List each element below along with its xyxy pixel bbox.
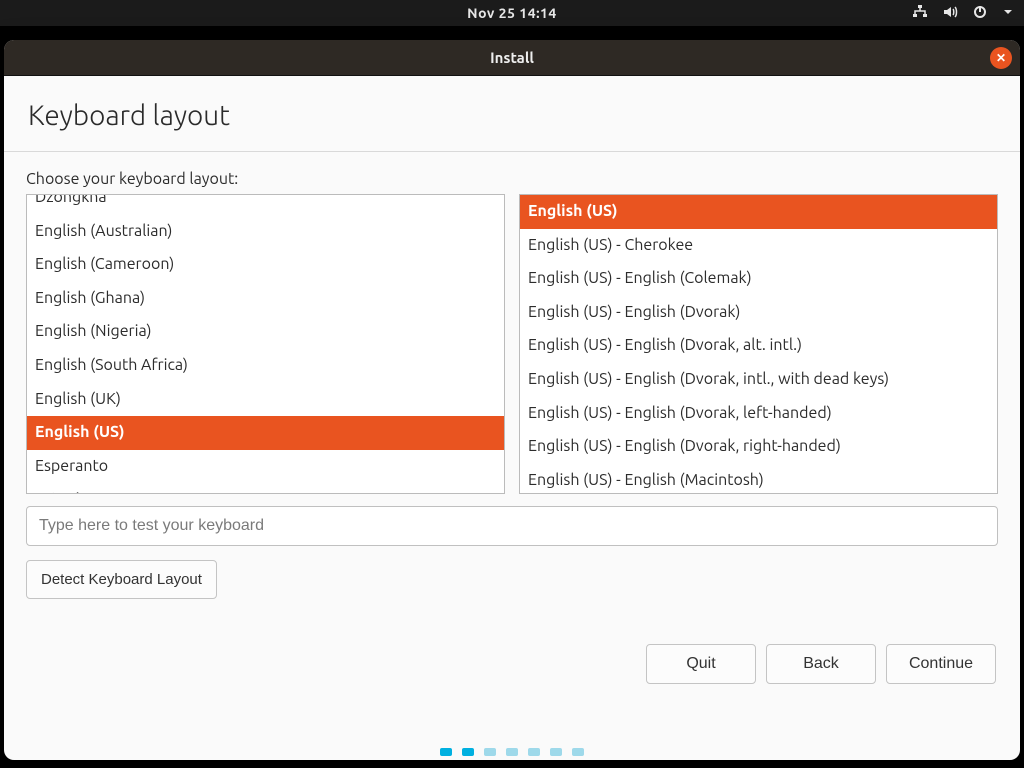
content-area: Keyboard layout Choose your keyboard lay…: [4, 76, 1020, 760]
list-item[interactable]: English (Cameroon): [27, 248, 504, 282]
window-titlebar: Install ✕: [4, 40, 1020, 76]
list-item[interactable]: English (US) - English (Colemak): [520, 262, 997, 296]
list-item[interactable]: English (US) - English (Dvorak, alt. int…: [520, 329, 997, 363]
list-item[interactable]: Estonian: [27, 483, 504, 494]
list-item[interactable]: English (US) - Cherokee: [520, 229, 997, 263]
list-item[interactable]: English (US) - English (Macintosh): [520, 464, 997, 494]
list-item[interactable]: English (UK): [27, 383, 504, 417]
top-bar: Nov 25 14:14: [0, 0, 1024, 26]
keyboard-test-input[interactable]: [26, 506, 998, 546]
list-item[interactable]: English (US) - English (Dvorak, left-han…: [520, 397, 997, 431]
list-item[interactable]: English (US): [27, 416, 504, 450]
volume-icon[interactable]: [942, 4, 958, 23]
network-icon[interactable]: [912, 4, 928, 23]
list-item[interactable]: English (US) - English (Dvorak, intl., w…: [520, 363, 997, 397]
continue-button[interactable]: Continue: [886, 644, 996, 684]
list-item[interactable]: English (US) - English (Dvorak, right-ha…: [520, 430, 997, 464]
layout-variant-list[interactable]: English (US)English (US) - CherokeeEngli…: [519, 194, 998, 494]
quit-button[interactable]: Quit: [646, 644, 756, 684]
progress-dot: [550, 748, 562, 756]
detect-layout-button[interactable]: Detect Keyboard Layout: [26, 560, 217, 599]
progress-dot: [528, 748, 540, 756]
progress-dot: [506, 748, 518, 756]
layout-lists: DzongkhaEnglish (Australian)English (Cam…: [26, 194, 998, 494]
list-item[interactable]: Dzongkha: [27, 194, 504, 215]
prompt-label: Choose your keyboard layout:: [26, 170, 998, 188]
close-button[interactable]: ✕: [990, 47, 1012, 69]
layout-language-list[interactable]: DzongkhaEnglish (Australian)English (Cam…: [26, 194, 505, 494]
progress-indicator: [4, 748, 1020, 756]
chevron-down-icon[interactable]: [1002, 5, 1014, 21]
list-item[interactable]: English (South Africa): [27, 349, 504, 383]
progress-dot: [484, 748, 496, 756]
window-title: Install: [490, 49, 534, 66]
list-item[interactable]: Esperanto: [27, 450, 504, 484]
installer-window: Install ✕ Keyboard layout Choose your ke…: [4, 40, 1020, 760]
clock: Nov 25 14:14: [467, 5, 557, 21]
progress-dot: [440, 748, 452, 756]
list-item[interactable]: English (Ghana): [27, 282, 504, 316]
list-item[interactable]: English (Nigeria): [27, 315, 504, 349]
power-icon[interactable]: [972, 4, 988, 23]
progress-dot: [462, 748, 474, 756]
progress-dot: [572, 748, 584, 756]
close-icon: ✕: [996, 51, 1006, 65]
page-title: Keyboard layout: [4, 76, 1020, 152]
footer-buttons: Quit Back Continue: [646, 644, 996, 684]
back-button[interactable]: Back: [766, 644, 876, 684]
system-tray[interactable]: [912, 4, 1014, 23]
list-item[interactable]: English (Australian): [27, 215, 504, 249]
list-item[interactable]: English (US) - English (Dvorak): [520, 296, 997, 330]
list-item[interactable]: English (US): [520, 195, 997, 229]
